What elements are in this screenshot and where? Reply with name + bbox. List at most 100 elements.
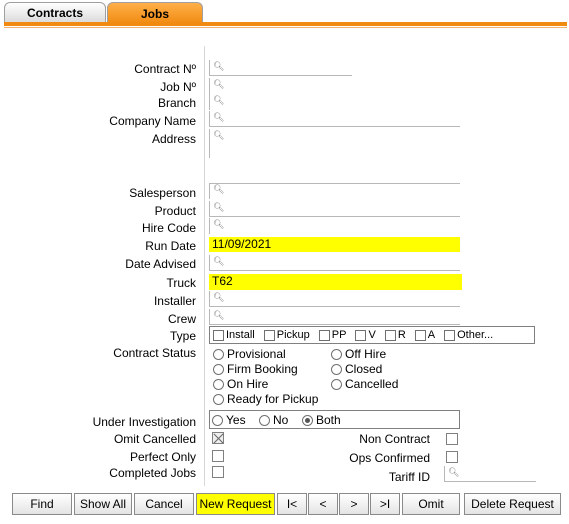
search-icon: 🔍︎ [213,95,225,105]
status-provisional[interactable]: Provisional [213,347,286,361]
status-closed[interactable]: Closed [331,362,382,376]
next-record-button[interactable]: > [339,493,369,515]
status-label: On Hire [227,377,269,391]
type-option-v[interactable]: V [355,329,376,341]
contract-status-label: Contract Status [113,346,196,360]
last-record-button[interactable]: >I [370,493,400,515]
date-advised-field[interactable]: 🔍︎ [209,255,460,271]
search-icon: 🔍︎ [213,79,225,89]
run-date-field[interactable]: 11/09/2021 [209,237,460,252]
salesperson-label: Salesperson [129,186,196,200]
type-option-label: R [397,329,406,341]
investigation-label: Both [316,413,341,427]
checkbox[interactable] [384,329,396,341]
type-option-install[interactable]: Install [213,329,255,341]
investigation-yes[interactable]: Yes [212,413,246,427]
radio[interactable] [213,378,224,390]
hire-code-field[interactable]: 🔍︎ [209,218,460,234]
company-name-field[interactable]: 🔍︎ [209,111,460,127]
tariff-id-field[interactable]: 🔍︎ [444,466,536,482]
crew-field[interactable]: 🔍︎ [209,309,460,325]
search-icon: 🔍︎ [213,112,225,122]
tab-jobs[interactable]: Jobs [107,2,203,24]
new-request-button[interactable]: New Request [196,493,275,515]
first-record-button[interactable]: I< [277,493,307,515]
radio[interactable] [213,393,224,405]
prev-record-button[interactable]: < [308,493,338,515]
investigation-no[interactable]: No [259,413,288,427]
branch-label: Branch [157,96,196,110]
radio[interactable] [212,414,223,426]
address-label: Address [151,132,196,146]
search-icon: 🔍︎ [213,292,225,302]
branch-field[interactable]: 🔍︎ [209,94,224,110]
installer-field[interactable]: 🔍︎ [209,291,460,307]
omit-cancelled-label: Omit Cancelled [113,432,196,446]
status-firm-booking[interactable]: Firm Booking [213,362,298,376]
status-cancelled[interactable]: Cancelled [331,377,398,391]
tab-underline-light [4,27,567,28]
status-ready-for-pickup[interactable]: Ready for Pickup [213,392,318,406]
salesperson-topline [209,183,460,184]
search-icon: 🔍︎ [213,310,225,320]
contract-no-field[interactable]: 🔍︎ [209,60,352,76]
non-contract-label: Non Contract [359,432,430,446]
show-all-button[interactable]: Show All [74,493,132,515]
omit-button[interactable]: Omit [402,493,460,515]
run-date-label: Run Date [145,239,196,253]
radio[interactable] [213,363,224,375]
non-contract-checkbox[interactable] [446,433,458,445]
search-icon: 🔍︎ [213,61,225,71]
truck-label: Truck [166,276,196,290]
status-label: Firm Booking [227,362,298,376]
checkbox[interactable] [213,329,224,341]
checkbox[interactable] [263,329,275,341]
cancel-button[interactable]: Cancel [134,493,194,515]
radio-selected[interactable] [302,414,313,426]
ops-confirmed-checkbox[interactable] [446,451,458,463]
radio[interactable] [213,348,224,360]
investigation-label: No [273,413,289,427]
perfect-only-label: Perfect Only [129,450,196,464]
checkbox[interactable] [355,329,367,341]
under-investigation-label: Under Investigation [92,415,196,429]
type-option-label: Pickup [276,329,310,341]
date-advised-label: Date Advised [125,257,196,271]
checkbox[interactable] [318,329,330,341]
job-no-field[interactable]: 🔍︎ [209,78,224,94]
radio[interactable] [331,348,342,360]
delete-request-button[interactable]: Delete Request [464,493,561,515]
job-no-label: Job Nº [160,80,196,94]
type-option-label: Other... [457,329,494,341]
find-button[interactable]: Find [12,493,72,515]
omit-cancelled-checkbox[interactable] [212,432,224,444]
type-option-r[interactable]: R [384,329,406,341]
hire-code-label: Hire Code [141,221,196,235]
status-off-hire[interactable]: Off Hire [331,347,386,361]
tab-underline [4,22,567,26]
radio[interactable] [259,414,270,426]
perfect-only-checkbox[interactable] [212,450,224,462]
checkbox[interactable] [444,329,456,341]
truck-field[interactable]: T62 [209,274,462,290]
search-icon: 🔍︎ [448,467,460,477]
tariff-id-label: Tariff ID [388,470,430,484]
type-option-label: V [368,329,376,341]
search-icon: 🔍︎ [213,219,225,229]
completed-jobs-checkbox[interactable] [212,466,224,478]
type-option-pp[interactable]: PP [318,329,346,341]
radio[interactable] [331,378,342,390]
status-on-hire[interactable]: On Hire [213,377,268,391]
product-field[interactable]: 🔍︎ [209,201,460,217]
completed-jobs-label: Completed Jobs [109,466,196,480]
company-name-label: Company Name [109,114,196,128]
tab-contracts[interactable]: Contracts [4,2,106,22]
type-option-pickup[interactable]: Pickup [263,329,310,341]
investigation-both[interactable]: Both [302,413,341,427]
type-option-other[interactable]: Other... [444,329,493,341]
type-option-a[interactable]: A [414,329,435,341]
salesperson-field[interactable]: 🔍︎ [209,183,460,199]
radio[interactable] [331,363,342,375]
checkbox[interactable] [414,329,426,341]
address-field[interactable]: 🔍︎ [209,129,460,158]
